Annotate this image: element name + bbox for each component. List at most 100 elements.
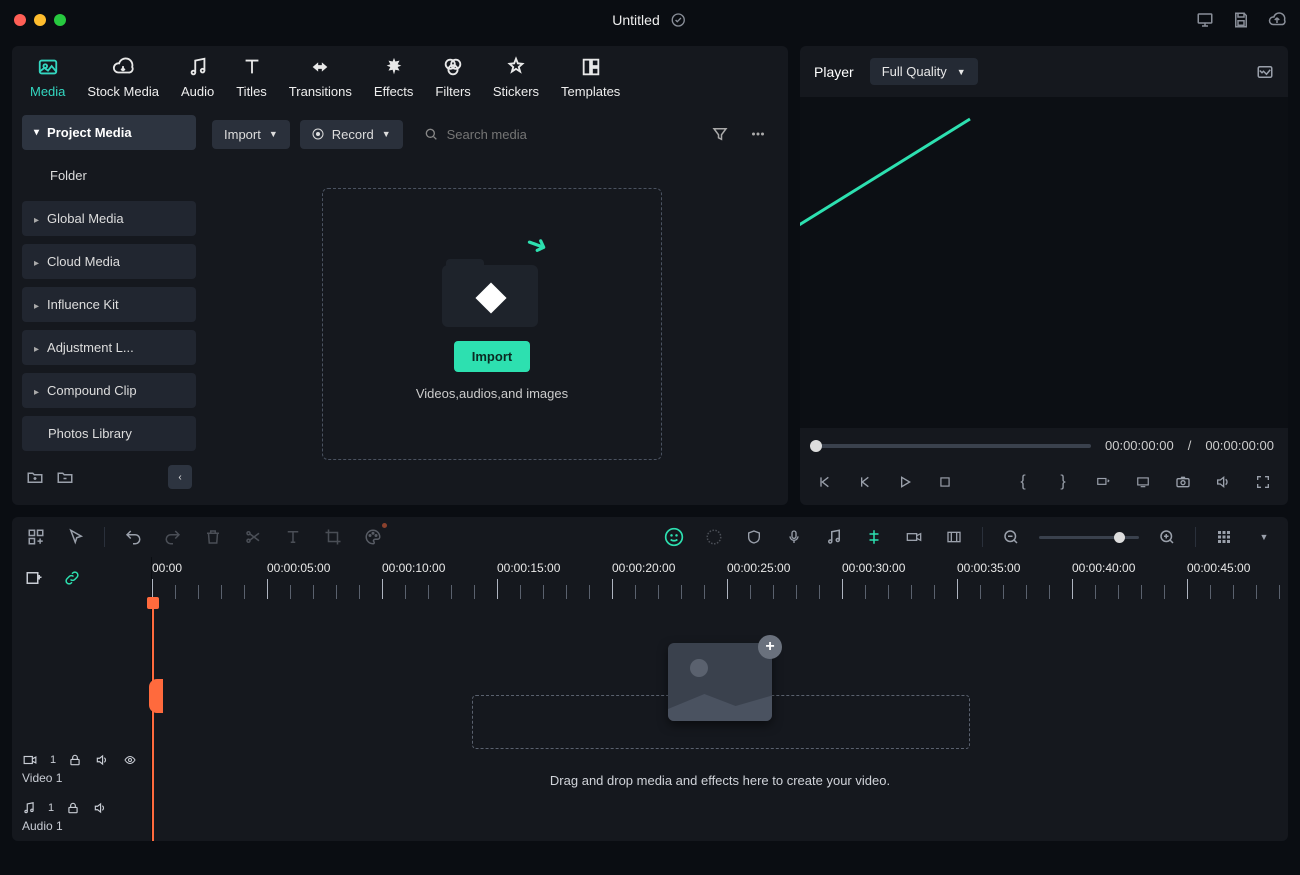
cloud-media-icon — [112, 56, 134, 78]
sidebar-item-influence-kit[interactable]: Influence Kit — [22, 287, 196, 322]
sidebar-item-compound-clip[interactable]: Compound Clip — [22, 373, 196, 408]
sidebar-item-label: Influence Kit — [47, 297, 119, 312]
search-input[interactable] — [447, 127, 686, 142]
crop-tool-icon[interactable] — [321, 525, 345, 549]
track-header-video[interactable]: 1 Video 1 — [12, 745, 151, 793]
camera-icon[interactable] — [1172, 471, 1194, 493]
pointer-tool-icon[interactable] — [64, 525, 88, 549]
add-media-plus-icon[interactable]: + — [758, 635, 782, 659]
scrubber-thumb[interactable] — [810, 440, 822, 452]
stop-button[interactable] — [934, 471, 956, 493]
sidebar-item-photos-library[interactable]: Photos Library — [22, 416, 196, 451]
media-thumbnail-placeholder — [668, 643, 772, 721]
collapse-sidebar-button[interactable]: ‹ — [168, 465, 192, 489]
prev-frame-button[interactable] — [814, 471, 836, 493]
volume-button[interactable] — [1212, 471, 1234, 493]
sidebar-item-project-media[interactable]: ▾Project Media — [22, 115, 196, 150]
lock-track-icon[interactable] — [68, 753, 82, 767]
split-button[interactable] — [241, 525, 265, 549]
more-icon[interactable] — [744, 120, 772, 148]
search-media[interactable] — [413, 119, 696, 149]
track-headers: 1 Video 1 1 Audio 1 — [12, 599, 152, 841]
track-header-audio[interactable]: 1 Audio 1 — [12, 793, 151, 841]
scrubber-track[interactable] — [814, 444, 1091, 448]
marker-tool-icon[interactable] — [862, 525, 886, 549]
mark-out-button[interactable]: } — [1052, 471, 1074, 493]
tracks-area[interactable]: + Drag and drop media and effects here t… — [152, 599, 1288, 841]
lock-track-icon[interactable] — [66, 801, 80, 815]
audio-tool-icon[interactable] — [822, 525, 846, 549]
minimize-button[interactable] — [34, 14, 46, 26]
ai-assistant-icon[interactable] — [662, 525, 686, 549]
sidebar-item-cloud-media[interactable]: Cloud Media — [22, 244, 196, 279]
snapshot-icon[interactable] — [1256, 63, 1274, 81]
visibility-track-icon[interactable] — [122, 754, 138, 766]
player-viewport[interactable] — [800, 97, 1288, 428]
tab-templates[interactable]: Templates — [561, 56, 620, 105]
record-dropdown[interactable]: Record▼ — [300, 120, 403, 149]
zoom-slider[interactable] — [1039, 536, 1139, 539]
mute-track-icon[interactable] — [94, 753, 110, 767]
track-badge: 1 — [48, 802, 54, 814]
redo-button[interactable] — [161, 525, 185, 549]
play-pause-button[interactable] — [854, 471, 876, 493]
media-icon — [37, 56, 59, 78]
sidebar-item-adjustment-layer[interactable]: Adjustment L... — [22, 330, 196, 365]
ruler-mark: 00:00:25:00 — [727, 561, 842, 575]
keyframe-tool-icon[interactable] — [902, 525, 926, 549]
add-media-timeline-icon[interactable] — [22, 566, 46, 590]
folder-minus-icon[interactable] — [56, 468, 74, 486]
time-separator: / — [1188, 438, 1192, 453]
tab-stock-media[interactable]: Stock Media — [87, 56, 159, 105]
annotation-arrow — [800, 97, 1280, 477]
aspect-dropdown[interactable] — [1092, 471, 1114, 493]
display-mode-button[interactable] — [1132, 471, 1154, 493]
timeline-ruler[interactable]: 00:0000:00:05:0000:00:10:0000:00:15:0000… — [152, 557, 1288, 599]
close-button[interactable] — [14, 14, 26, 26]
tab-stickers[interactable]: Stickers — [493, 56, 539, 105]
tab-label: Filters — [435, 84, 470, 99]
new-folder-icon[interactable] — [26, 468, 44, 486]
player-panel: Player Full Quality▼ 00:00:00:00 / 00:00… — [800, 46, 1288, 505]
track-label: Video 1 — [22, 771, 141, 785]
quality-dropdown[interactable]: Full Quality▼ — [870, 58, 978, 85]
tab-effects[interactable]: Effects — [374, 56, 414, 105]
view-dropdown-chevron[interactable]: ▼ — [1252, 525, 1276, 549]
color-tool-icon[interactable] — [361, 525, 385, 549]
tab-media[interactable]: Media — [30, 56, 65, 105]
delete-button[interactable] — [201, 525, 225, 549]
mute-track-icon[interactable] — [92, 801, 108, 815]
link-toggle-icon[interactable] — [60, 566, 84, 590]
import-dropdown[interactable]: Import▼ — [212, 120, 290, 149]
maximize-button[interactable] — [54, 14, 66, 26]
sidebar-item-folder[interactable]: Folder — [22, 158, 196, 193]
sync-status-icon — [670, 11, 688, 29]
zoom-in-button[interactable] — [1155, 525, 1179, 549]
ruler-mark: 00:00:30:00 — [842, 561, 957, 575]
tab-audio[interactable]: Audio — [181, 56, 214, 105]
undo-button[interactable] — [121, 525, 145, 549]
tab-titles[interactable]: Titles — [236, 56, 267, 105]
speed-tool-icon[interactable] — [702, 525, 726, 549]
save-icon[interactable] — [1232, 11, 1250, 29]
fullscreen-button[interactable] — [1252, 471, 1274, 493]
zoom-thumb[interactable] — [1114, 532, 1125, 543]
play-button[interactable] — [894, 471, 916, 493]
monitor-icon[interactable] — [1196, 11, 1214, 29]
render-icon[interactable] — [942, 525, 966, 549]
tab-transitions[interactable]: Transitions — [289, 56, 352, 105]
filter-list-icon[interactable] — [706, 120, 734, 148]
mask-tool-icon[interactable] — [742, 525, 766, 549]
add-track-icon[interactable] — [24, 525, 48, 549]
mark-in-button[interactable]: { — [1012, 471, 1034, 493]
playhead[interactable] — [152, 599, 154, 841]
text-tool-icon[interactable] — [281, 525, 305, 549]
import-button[interactable]: Import — [454, 341, 530, 372]
zoom-out-button[interactable] — [999, 525, 1023, 549]
tab-filters[interactable]: Filters — [435, 56, 470, 105]
sidebar-item-global-media[interactable]: Global Media — [22, 201, 196, 236]
voice-tool-icon[interactable] — [782, 525, 806, 549]
import-dropzone[interactable]: ➜ Import Videos,audios,and images — [322, 188, 662, 460]
view-mode-button[interactable] — [1212, 525, 1236, 549]
cloud-upload-icon[interactable] — [1268, 11, 1286, 29]
